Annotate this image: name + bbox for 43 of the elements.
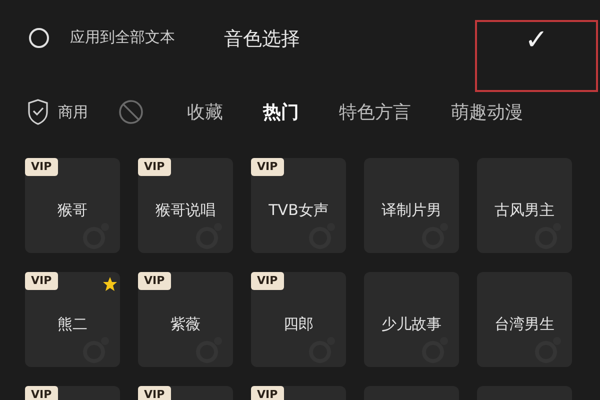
voice-tile[interactable]: VIP 紫薇 [138, 272, 233, 367]
voice-tile[interactable]: VIP [25, 386, 120, 400]
voice-tile[interactable]: VIP TVB女声 [251, 158, 346, 253]
voice-name: TVB女声 [268, 200, 328, 220]
radio-button[interactable] [29, 28, 49, 48]
shield-check-icon [26, 98, 50, 126]
vip-badge: VIP [25, 158, 58, 176]
vip-badge: VIP [25, 272, 58, 290]
voice-name: 猴哥说唱 [156, 200, 216, 220]
voice-tile[interactable]: VIP 熊二 [25, 272, 120, 367]
voice-name: 紫薇 [170, 314, 200, 334]
voice-name: 四郎 [284, 314, 314, 334]
category-tab[interactable]: 特色方言 [339, 98, 411, 126]
vip-badge: VIP [138, 272, 171, 290]
vip-badge: VIP [251, 272, 284, 290]
apply-all-label[interactable]: 应用到全部文本 [70, 28, 175, 47]
no-entry-icon[interactable] [118, 99, 144, 125]
voice-name: 译制片男 [382, 200, 442, 220]
category-tab[interactable]: 收藏 [187, 98, 223, 126]
voice-tile[interactable]: 古风男主 [477, 158, 572, 253]
vip-badge: VIP [251, 386, 284, 400]
panel-title: 音色选择 [224, 27, 300, 52]
voice-tile[interactable]: 少儿故事 [364, 272, 459, 367]
voice-tile[interactable]: 台湾男生 [477, 272, 572, 367]
voice-tile[interactable]: VIP [138, 386, 233, 400]
vip-badge: VIP [251, 158, 284, 176]
category-tab[interactable]: 萌趣动漫 [451, 98, 523, 126]
voice-name: 熊二 [58, 314, 88, 334]
voice-name: 台湾男生 [494, 314, 554, 334]
voice-name: 少儿故事 [382, 314, 442, 334]
voice-tile[interactable]: VIP 四郎 [251, 272, 346, 367]
confirm-button[interactable]: ✓ [475, 20, 598, 92]
voice-tile[interactable]: VIP [251, 386, 346, 400]
category-tab[interactable]: 热门 [263, 98, 299, 126]
vip-badge: VIP [138, 386, 171, 400]
voice-tile[interactable]: VIP 猴哥说唱 [138, 158, 233, 253]
voice-tile[interactable]: VIP 猴哥 [25, 158, 120, 253]
voice-name: 古风男主 [494, 200, 554, 220]
vip-badge: VIP [138, 158, 171, 176]
commercial-filter[interactable]: 商用 [26, 96, 88, 128]
vip-badge: VIP [25, 386, 58, 400]
voice-tile[interactable]: 译制片男 [364, 158, 459, 253]
voice-name: 猴哥 [58, 200, 88, 220]
